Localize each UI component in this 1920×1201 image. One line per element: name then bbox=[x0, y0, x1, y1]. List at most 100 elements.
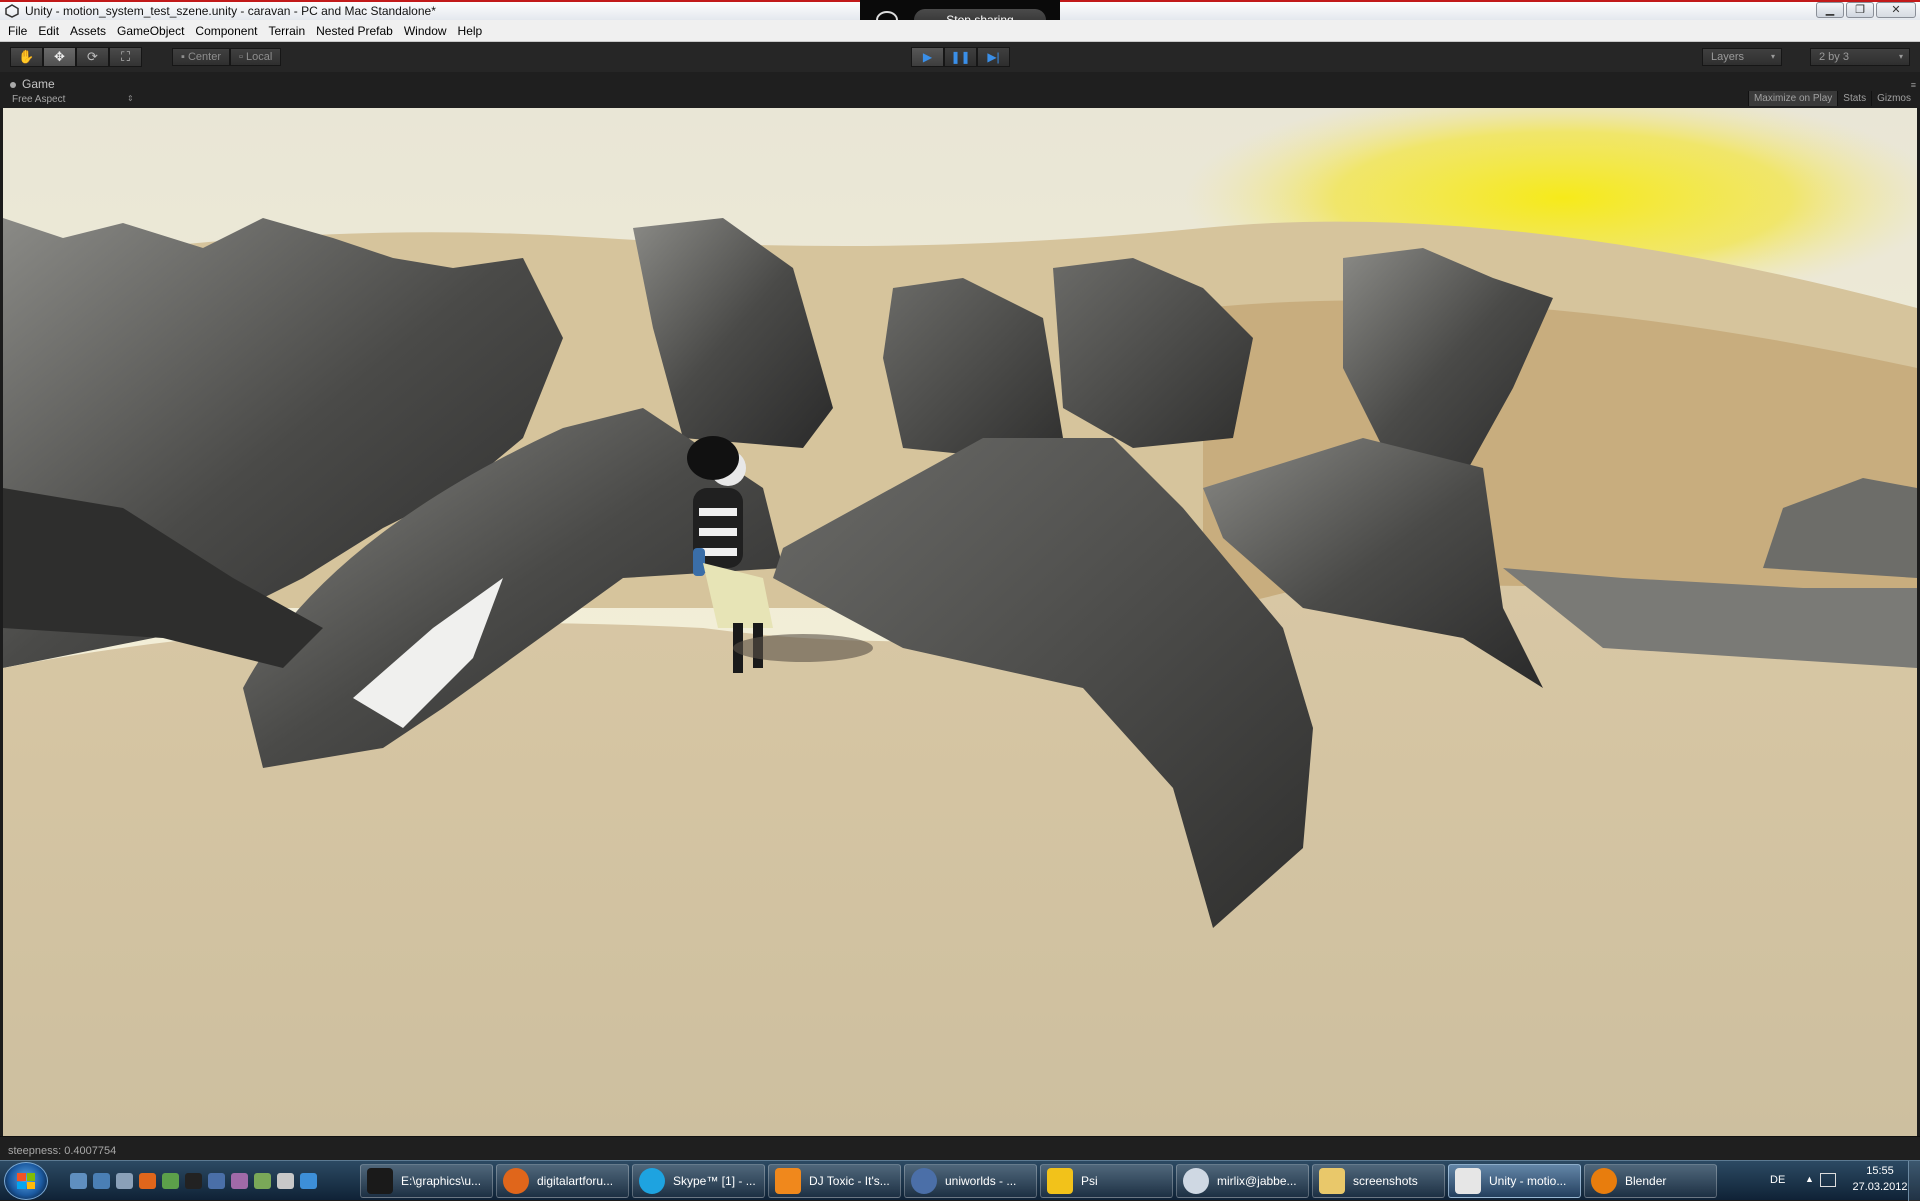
quicklaunch-app-icon[interactable] bbox=[116, 1173, 133, 1189]
network-icon[interactable] bbox=[1820, 1173, 1836, 1187]
menu-component[interactable]: Component bbox=[195, 24, 257, 38]
taskbar-item-label: Psi bbox=[1081, 1174, 1098, 1188]
language-indicator[interactable]: DE bbox=[1770, 1174, 1785, 1186]
skype-icon bbox=[639, 1168, 665, 1194]
gizmos-toggle[interactable]: Gizmos bbox=[1871, 91, 1916, 106]
show-hidden-icons-icon[interactable]: ▲ bbox=[1805, 1174, 1814, 1184]
game-view-header: Game Free Aspect ⇕ ≡ Maximize on Play St… bbox=[0, 72, 1920, 108]
status-text: steepness: 0.4007754 bbox=[8, 1145, 117, 1157]
hand-tool-button[interactable]: ✋ bbox=[10, 47, 43, 67]
tab-game[interactable]: Game bbox=[10, 77, 55, 91]
unity-icon bbox=[1455, 1168, 1481, 1194]
taskbar-item-label: digitalartforu... bbox=[537, 1174, 614, 1188]
taskbar-item-label: mirlix@jabbe... bbox=[1217, 1174, 1297, 1188]
taskbar-item-label: Blender bbox=[1625, 1174, 1667, 1188]
taskbar-item-label: E:\graphics\u... bbox=[401, 1174, 482, 1188]
menu-gameobject[interactable]: GameObject bbox=[117, 24, 184, 38]
chevron-down-icon: ▾ bbox=[1898, 52, 1903, 61]
menu-terrain[interactable]: Terrain bbox=[268, 24, 305, 38]
unity-app-icon bbox=[5, 4, 19, 18]
taskbar-item-psi[interactable]: Psi bbox=[1040, 1164, 1173, 1198]
quicklaunch-xnview-icon[interactable] bbox=[185, 1173, 202, 1189]
taskbar-item-label: Skype™ [1] - ... bbox=[673, 1174, 756, 1188]
menu-file[interactable]: File bbox=[8, 24, 27, 38]
pivot-center-label: Center bbox=[187, 51, 221, 63]
move-icon: ✥ bbox=[54, 49, 65, 64]
quicklaunch-explorer-icon[interactable] bbox=[93, 1173, 110, 1189]
vlc-icon bbox=[775, 1168, 801, 1194]
start-button[interactable] bbox=[4, 1162, 48, 1200]
clock-date[interactable]: 27.03.2012 bbox=[1848, 1181, 1912, 1193]
play-button[interactable]: ▶ bbox=[911, 47, 944, 67]
taskbar-item-label: Unity - motio... bbox=[1489, 1174, 1567, 1188]
layers-dropdown[interactable]: Layers ▾ bbox=[1702, 48, 1782, 66]
menu-nested-prefab[interactable]: Nested Prefab bbox=[316, 24, 393, 38]
toolbar: ✋ ✥ ⟳ ⛶ ▪ Center ▫ Local ▶ ❚❚ ▶| Layers … bbox=[0, 42, 1920, 72]
move-tool-button[interactable]: ✥ bbox=[43, 47, 76, 67]
star-icon bbox=[1047, 1168, 1073, 1194]
minimize-button[interactable]: ▁ bbox=[1816, 2, 1844, 18]
maximize-button[interactable]: ❐ bbox=[1846, 2, 1874, 18]
scale-icon: ⛶ bbox=[120, 49, 131, 64]
layers-label: Layers bbox=[1711, 51, 1745, 63]
pivot-center-toggle[interactable]: ▪ Center bbox=[172, 48, 230, 66]
taskbar-item-label: DJ Toxic - It's... bbox=[809, 1174, 890, 1188]
close-button[interactable]: ✕ bbox=[1876, 2, 1916, 18]
taskbar: E:\graphics\u... digitalartforu... Skype… bbox=[0, 1160, 1920, 1201]
taskbar-buttons: E:\graphics\u... digitalartforu... Skype… bbox=[360, 1164, 1717, 1198]
menu-assets[interactable]: Assets bbox=[70, 24, 106, 38]
quicklaunch-media-icon[interactable] bbox=[231, 1173, 248, 1189]
firefox-icon bbox=[503, 1168, 529, 1194]
thunderbird-icon bbox=[911, 1168, 937, 1194]
aspect-dropdown[interactable]: Free Aspect bbox=[12, 94, 65, 105]
quicklaunch-browser-icon[interactable] bbox=[300, 1173, 317, 1189]
rotate-tool-button[interactable]: ⟳ bbox=[76, 47, 109, 67]
rotate-icon: ⟳ bbox=[87, 49, 98, 64]
clock-time[interactable]: 15:55 bbox=[1848, 1165, 1912, 1177]
pivot-local-toggle[interactable]: ▫ Local bbox=[230, 48, 282, 66]
chevron-updown-icon: ⇕ bbox=[127, 94, 134, 103]
quicklaunch-steam-icon[interactable] bbox=[208, 1173, 225, 1189]
taskbar-item-jabber[interactable]: mirlix@jabbe... bbox=[1176, 1164, 1309, 1198]
menu-help[interactable]: Help bbox=[458, 24, 483, 38]
folder-icon bbox=[1319, 1168, 1345, 1194]
windows-logo-icon bbox=[17, 1173, 35, 1189]
stats-toggle[interactable]: Stats bbox=[1837, 91, 1871, 106]
taskbar-item-firefox[interactable]: digitalartforu... bbox=[496, 1164, 629, 1198]
pivot-local-label: Local bbox=[245, 51, 273, 63]
layout-dropdown[interactable]: 2 by 3 ▾ bbox=[1810, 48, 1910, 66]
taskbar-item-unity[interactable]: Unity - motio... bbox=[1448, 1164, 1581, 1198]
taskbar-item-vlc[interactable]: DJ Toxic - It's... bbox=[768, 1164, 901, 1198]
game-viewport[interactable] bbox=[3, 108, 1917, 1136]
desert-scene bbox=[3, 108, 1917, 1136]
step-button[interactable]: ▶| bbox=[977, 47, 1010, 67]
quicklaunch-tool-icon[interactable] bbox=[162, 1173, 179, 1189]
maximize-on-play-toggle[interactable]: Maximize on Play bbox=[1747, 91, 1838, 106]
quicklaunch-desktop-icon[interactable] bbox=[70, 1173, 87, 1189]
taskbar-item-label: screenshots bbox=[1353, 1174, 1418, 1188]
xnview-icon bbox=[367, 1168, 393, 1194]
quick-launch bbox=[70, 1173, 317, 1189]
hand-icon: ✋ bbox=[18, 49, 35, 64]
quicklaunch-firefox-icon[interactable] bbox=[139, 1173, 156, 1189]
pause-button[interactable]: ❚❚ bbox=[944, 47, 977, 67]
menu-window[interactable]: Window bbox=[404, 24, 447, 38]
taskbar-item-label: uniworlds - ... bbox=[945, 1174, 1017, 1188]
menu-edit[interactable]: Edit bbox=[38, 24, 59, 38]
taskbar-item-screenshots[interactable]: screenshots bbox=[1312, 1164, 1445, 1198]
taskbar-item-xnview[interactable]: E:\graphics\u... bbox=[360, 1164, 493, 1198]
menu-bar: File Edit Assets GameObject Component Te… bbox=[0, 20, 1920, 42]
taskbar-item-thunderbird[interactable]: uniworlds - ... bbox=[904, 1164, 1037, 1198]
tab-game-label: Game bbox=[22, 77, 55, 91]
system-tray: DE ▲ 15:55 27.03.2012 bbox=[1720, 1161, 1920, 1201]
quicklaunch-mail-icon[interactable] bbox=[277, 1173, 294, 1189]
scale-tool-button[interactable]: ⛶ bbox=[109, 47, 142, 67]
show-desktop-button[interactable] bbox=[1908, 1161, 1920, 1201]
window-title: Unity - motion_system_test_szene.unity -… bbox=[25, 4, 436, 18]
panel-menu-icon[interactable]: ≡ bbox=[1911, 80, 1916, 90]
taskbar-item-skype[interactable]: Skype™ [1] - ... bbox=[632, 1164, 765, 1198]
step-icon: ▶| bbox=[987, 50, 1000, 64]
quicklaunch-notepad-icon[interactable] bbox=[254, 1173, 271, 1189]
layout-label: 2 by 3 bbox=[1819, 51, 1849, 63]
taskbar-item-blender[interactable]: Blender bbox=[1584, 1164, 1717, 1198]
